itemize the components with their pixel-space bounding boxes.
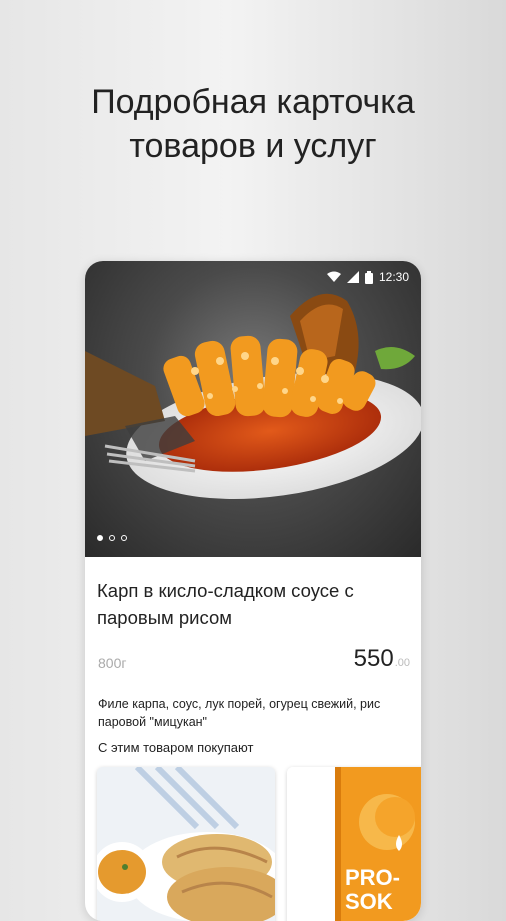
product-title: Карп в кисло-сладком соусе с паровым рис… — [97, 580, 354, 628]
price-cents: .00 — [394, 657, 410, 669]
gallery-dot-3[interactable] — [121, 535, 127, 541]
fish-dish-photo — [85, 293, 421, 499]
gallery-dot-2[interactable] — [109, 535, 115, 541]
status-bar: 12:30 — [85, 261, 421, 293]
promo-headline-line2: товаров и услуг — [129, 127, 377, 165]
product-price: 550.00 — [354, 645, 410, 673]
product-description: Филе карпа, соус, лук порей, огурец свеж… — [98, 697, 381, 729]
svg-text:SOK: SOK — [345, 889, 393, 914]
signal-icon — [346, 271, 359, 283]
juice-carton-photo: PRO- SOK — [287, 767, 421, 921]
price-value: 550 — [353, 645, 394, 672]
product-weight: 800г — [98, 655, 127, 671]
product-image-gallery[interactable]: 12:30 — [85, 261, 421, 557]
related-item-card-1[interactable] — [97, 767, 275, 921]
status-time: 12:30 — [378, 270, 409, 284]
flatbread-with-sauce-photo — [97, 767, 275, 921]
phone-screen: 12:30 Карп в кисло-сладком соусе с паров… — [85, 261, 421, 921]
promo-headline-line1: Подробная карточка — [91, 83, 415, 121]
gallery-dot-1[interactable] — [97, 535, 103, 541]
battery-icon — [364, 270, 373, 284]
related-heading: С этим товаром покупают — [98, 740, 254, 755]
wifi-icon — [326, 271, 341, 282]
related-item-card-2[interactable]: PRO- SOK — [287, 767, 421, 921]
promo-headline: Подробная карточка товаров и услуг — [0, 80, 506, 168]
svg-text:PRO-: PRO- — [345, 865, 400, 890]
gallery-pagination[interactable] — [97, 535, 127, 541]
